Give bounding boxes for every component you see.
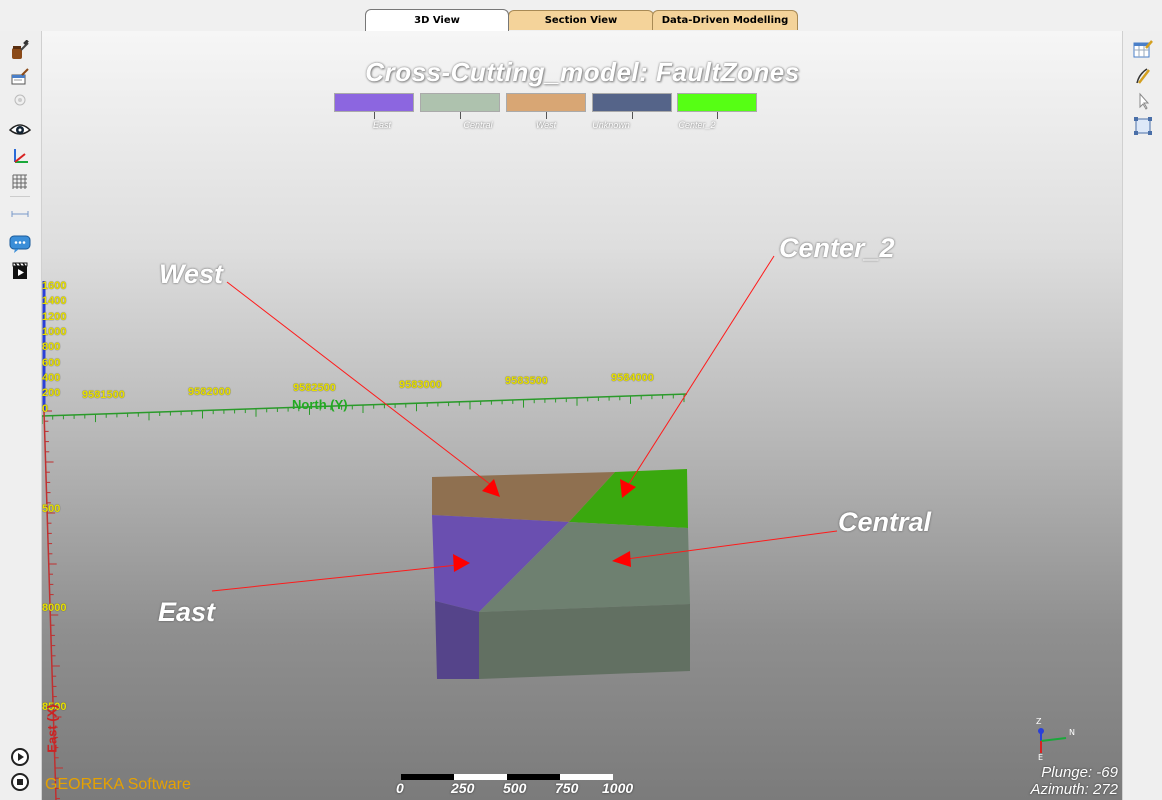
z-tick-label: 800	[42, 341, 61, 353]
z-tick-label: 200	[42, 387, 61, 399]
tab-data-driven-modelling[interactable]: Data-Driven Modelling	[652, 10, 798, 30]
gizmo-e-label: E	[1038, 753, 1044, 762]
annotation-center-2: Center_2	[779, 233, 895, 263]
3d-viewport[interactable]: Cross-Cutting_model: FaultZones East Cen…	[42, 31, 1122, 800]
gizmo-z-label: Z	[1036, 717, 1042, 726]
north-tick-label: 9583000	[399, 379, 442, 391]
north-axis-label: North (Y)	[292, 397, 348, 412]
zone-central-side[interactable]	[479, 604, 690, 679]
ruler-icon[interactable]	[9, 203, 31, 225]
stop-icon[interactable]	[9, 771, 31, 793]
z-tick-label: 1400	[42, 295, 67, 307]
north-tick-label: 9583500	[505, 375, 548, 387]
north-tick-label: 9581500	[82, 389, 125, 401]
tab-section-view[interactable]: Section View	[508, 10, 654, 30]
eye-icon[interactable]	[9, 119, 31, 141]
scale-label: 500	[503, 780, 527, 796]
play-icon[interactable]	[9, 746, 31, 768]
z-tick-label: 600	[42, 357, 61, 369]
light-icon[interactable]	[9, 89, 31, 111]
axes-icon[interactable]	[9, 145, 31, 167]
drill-hammer-icon[interactable]	[9, 39, 31, 61]
annotation-west: West	[159, 259, 224, 289]
toolbar-divider	[10, 196, 30, 197]
annotation-central: Central	[838, 507, 932, 537]
z-tick-label: 400	[42, 372, 61, 384]
zoom-box-icon[interactable]	[1132, 115, 1154, 137]
video-icon[interactable]	[9, 260, 31, 282]
comment-icon[interactable]	[9, 233, 31, 255]
pointer-icon[interactable]	[1132, 90, 1154, 112]
tab-bar: Section View Data-Driven Modelling 3D Vi…	[0, 0, 1162, 31]
scale-label: 750	[555, 780, 579, 796]
east-axis-label: East (X)	[44, 704, 60, 753]
east-tick-label: 500	[42, 503, 61, 515]
east-tick-label: 8000	[42, 602, 67, 614]
orientation-gizmo	[1038, 728, 1067, 753]
left-toolbar	[0, 31, 42, 800]
z-tick-label: 1200	[42, 311, 67, 323]
north-tick-label: 9584000	[611, 372, 654, 384]
brand-text: GEOREKA Software	[45, 776, 191, 793]
scale-label: 1000	[602, 780, 634, 796]
scene-canvas	[42, 255, 1067, 800]
zone-east-side[interactable]	[435, 601, 479, 679]
right-toolbar	[1122, 31, 1162, 800]
fault-zone-block[interactable]	[432, 469, 690, 679]
table-edit-icon[interactable]	[1132, 38, 1154, 60]
grid-icon[interactable]	[9, 171, 31, 193]
scale-label: 0	[396, 780, 404, 796]
edit-hammer-icon[interactable]	[9, 65, 31, 87]
scale-label: 250	[451, 780, 475, 796]
north-tick-label: 9582500	[293, 382, 336, 394]
z-tick-label: 1000	[42, 326, 67, 338]
pencil-icon[interactable]	[1132, 65, 1154, 87]
azimuth-readout: Azimuth: 272	[1030, 781, 1118, 798]
z-tick-label: 0	[42, 403, 49, 415]
annotation-east: East	[158, 597, 216, 627]
plunge-readout: Plunge: -69	[1041, 764, 1118, 781]
north-tick-label: 9582000	[188, 386, 231, 398]
z-tick-label: 1600	[42, 280, 67, 292]
north-axis	[42, 393, 688, 424]
tab-3d-view[interactable]: 3D View	[365, 9, 509, 31]
gizmo-n-label: N	[1069, 728, 1075, 737]
